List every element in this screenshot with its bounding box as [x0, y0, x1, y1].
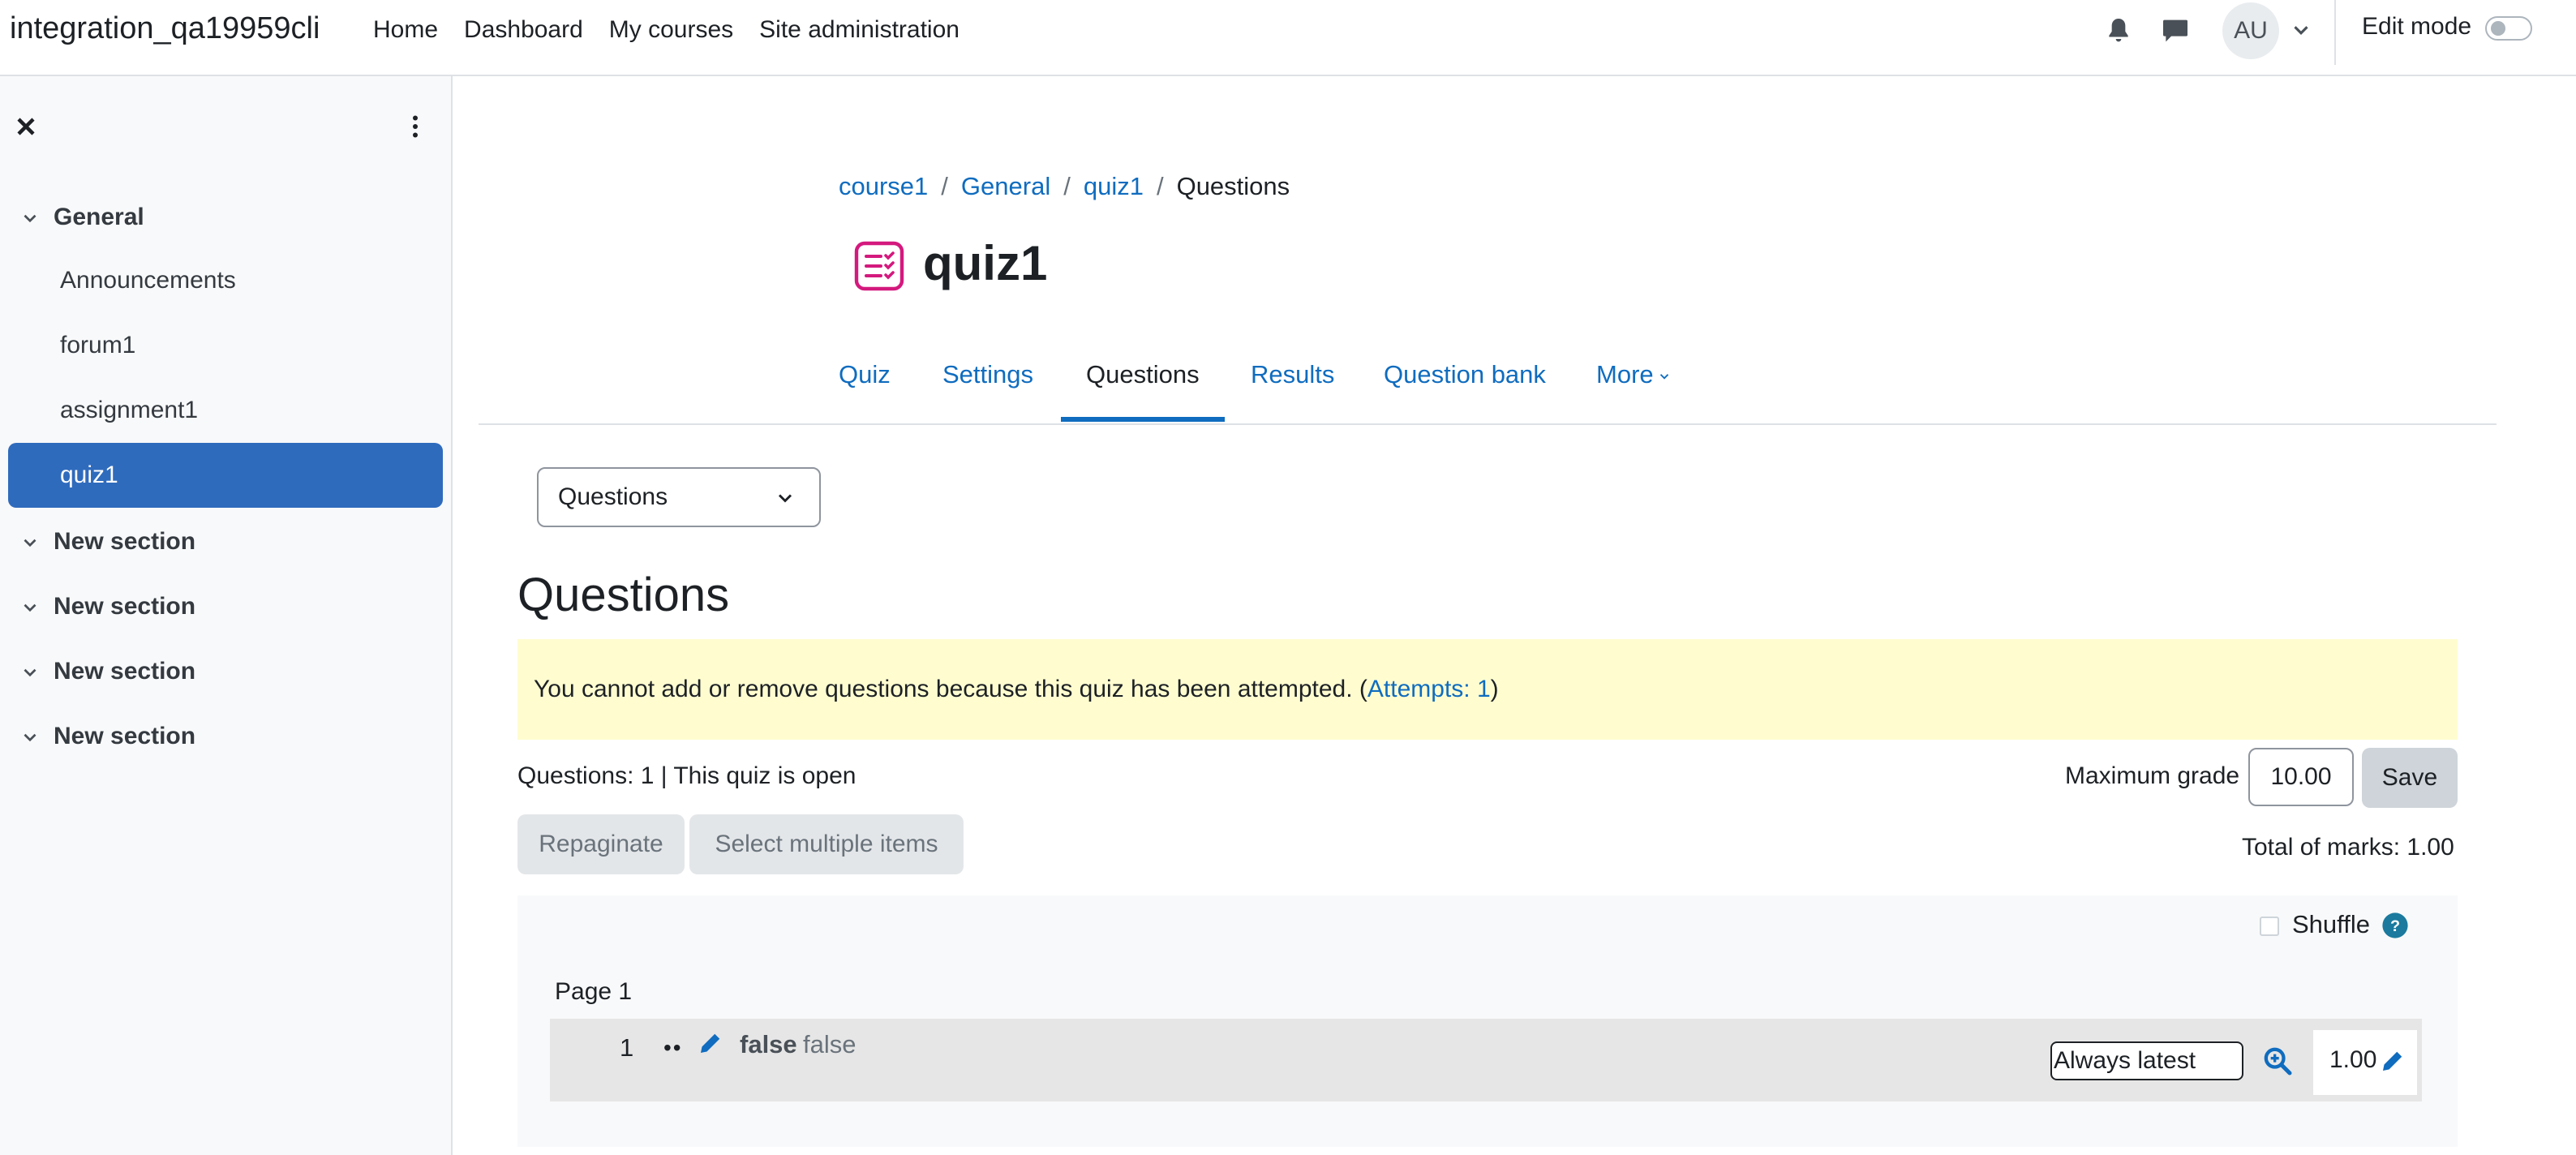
close-icon[interactable]	[11, 112, 41, 141]
course-index-drawer: General Announcements forum1 assignment1…	[0, 76, 453, 1155]
primary-navigation: Home Dashboard My courses Site administr…	[373, 16, 960, 44]
nav-my-courses[interactable]: My courses	[609, 16, 733, 44]
quiz-status-line: Questions: 1 | This quiz is open	[517, 762, 857, 789]
page-title: quiz1	[923, 236, 1048, 290]
tab-question-bank[interactable]: Question bank	[1384, 360, 1546, 389]
svg-text:?: ?	[2390, 917, 2400, 935]
help-icon[interactable]: ?	[2381, 912, 2409, 939]
zoom-preview-icon[interactable]	[2261, 1045, 2294, 1077]
top-navbar: integration_qa19959cli Home Dashboard My…	[0, 0, 2576, 76]
tab-results[interactable]: Results	[1251, 360, 1334, 389]
breadcrumb-general[interactable]: General	[961, 172, 1050, 201]
drag-handle-icon[interactable]: ••	[663, 1035, 683, 1061]
activity-assignment1[interactable]: assignment1	[8, 378, 443, 443]
max-grade-input[interactable]: 10.00	[2248, 748, 2354, 806]
nav-home[interactable]: Home	[373, 16, 438, 44]
selector-value: Questions	[558, 483, 668, 510]
section-title[interactable]: New section	[54, 658, 195, 685]
section-title[interactable]: New section	[54, 593, 195, 620]
attempted-warning: You cannot add or remove questions becau…	[517, 639, 2458, 740]
question-text: false	[803, 1030, 857, 1058]
question-name[interactable]: false	[740, 1030, 797, 1059]
chevron-down-icon[interactable]	[19, 208, 41, 229]
chevron-down-icon[interactable]	[19, 597, 41, 618]
chevron-down-icon[interactable]	[2289, 18, 2313, 42]
quiz-icon	[854, 241, 904, 291]
questions-page-selector[interactable]: Questions	[537, 467, 821, 527]
bell-icon[interactable]	[2102, 15, 2135, 47]
pencil-icon[interactable]	[2378, 1046, 2407, 1076]
attempts-link[interactable]: Attempts: 1	[1367, 676, 1491, 703]
chevron-down-icon	[778, 494, 792, 503]
breadcrumb: course1 / General / quiz1 / Questions	[839, 172, 1290, 201]
shuffle-label: Shuffle	[2292, 910, 2370, 938]
shuffle-checkbox[interactable]	[2260, 917, 2279, 936]
nav-dashboard[interactable]: Dashboard	[464, 16, 583, 44]
total-marks: Total of marks: 1.00	[2242, 834, 2454, 861]
site-name[interactable]: integration_qa19959cli	[10, 11, 320, 46]
chevron-down-icon[interactable]	[19, 662, 41, 683]
activity-quiz1[interactable]: quiz1	[8, 443, 443, 508]
chevron-down-icon[interactable]	[19, 532, 41, 553]
max-grade-label: Maximum grade	[2065, 762, 2240, 789]
breadcrumb-separator: /	[941, 172, 948, 200]
alert-close-paren: )	[1490, 676, 1499, 702]
chat-icon[interactable]	[2159, 15, 2192, 47]
breadcrumb-quiz1[interactable]: quiz1	[1084, 172, 1144, 201]
slot-number: 1	[620, 1033, 634, 1062]
kebab-menu-icon[interactable]	[401, 112, 430, 141]
section-new-1[interactable]: New section	[0, 516, 438, 568]
edit-mode-label: Edit mode	[2362, 13, 2472, 40]
question-version-select[interactable]: Always latest	[2050, 1041, 2243, 1080]
tab-settings[interactable]: Settings	[942, 360, 1033, 389]
tab-more-label[interactable]: More	[1596, 360, 1654, 389]
section-new-3[interactable]: New section	[0, 646, 438, 698]
repaginate-button[interactable]: Repaginate	[517, 814, 685, 874]
pencil-icon[interactable]	[696, 1028, 725, 1058]
activity-label[interactable]: forum1	[60, 332, 135, 359]
breadcrumb-separator: /	[1063, 172, 1071, 200]
select-multiple-button[interactable]: Select multiple items	[689, 814, 964, 874]
page-label: Page 1	[555, 978, 633, 1005]
navbar-divider	[2334, 0, 2336, 65]
tab-more[interactable]: More	[1596, 360, 1672, 389]
user-avatar[interactable]: AU	[2222, 2, 2279, 59]
activity-announcements[interactable]: Announcements	[8, 248, 443, 313]
chevron-down-icon[interactable]	[1657, 369, 1672, 384]
breadcrumb-course1[interactable]: course1	[839, 172, 928, 201]
breadcrumb-separator: /	[1156, 172, 1164, 200]
tab-questions[interactable]: Questions	[1086, 360, 1200, 389]
secondary-navigation: Quiz Settings Questions Results Question…	[479, 341, 2497, 425]
edit-mode-toggle[interactable]	[2485, 16, 2532, 41]
section-title[interactable]: New section	[54, 528, 195, 556]
section-general[interactable]: General	[0, 191, 438, 243]
question-mark[interactable]: 1.00	[2329, 1046, 2376, 1074]
breadcrumb-current: Questions	[1176, 172, 1290, 200]
alert-text: You cannot add or remove questions becau…	[534, 676, 1367, 702]
save-button[interactable]: Save	[2362, 748, 2458, 808]
active-tab-indicator	[1061, 417, 1225, 422]
activity-label[interactable]: assignment1	[60, 397, 198, 424]
nav-site-administration[interactable]: Site administration	[759, 16, 960, 44]
section-title[interactable]: New section	[54, 723, 195, 750]
section-new-2[interactable]: New section	[0, 581, 438, 633]
questions-heading: Questions	[517, 569, 730, 621]
activity-label[interactable]: quiz1	[60, 462, 118, 489]
tab-quiz[interactable]: Quiz	[839, 360, 891, 389]
activity-forum1[interactable]: forum1	[8, 313, 443, 378]
activity-label[interactable]: Announcements	[60, 267, 236, 294]
section-new-4[interactable]: New section	[0, 711, 438, 762]
section-title[interactable]: General	[54, 204, 144, 231]
chevron-down-icon[interactable]	[19, 727, 41, 748]
